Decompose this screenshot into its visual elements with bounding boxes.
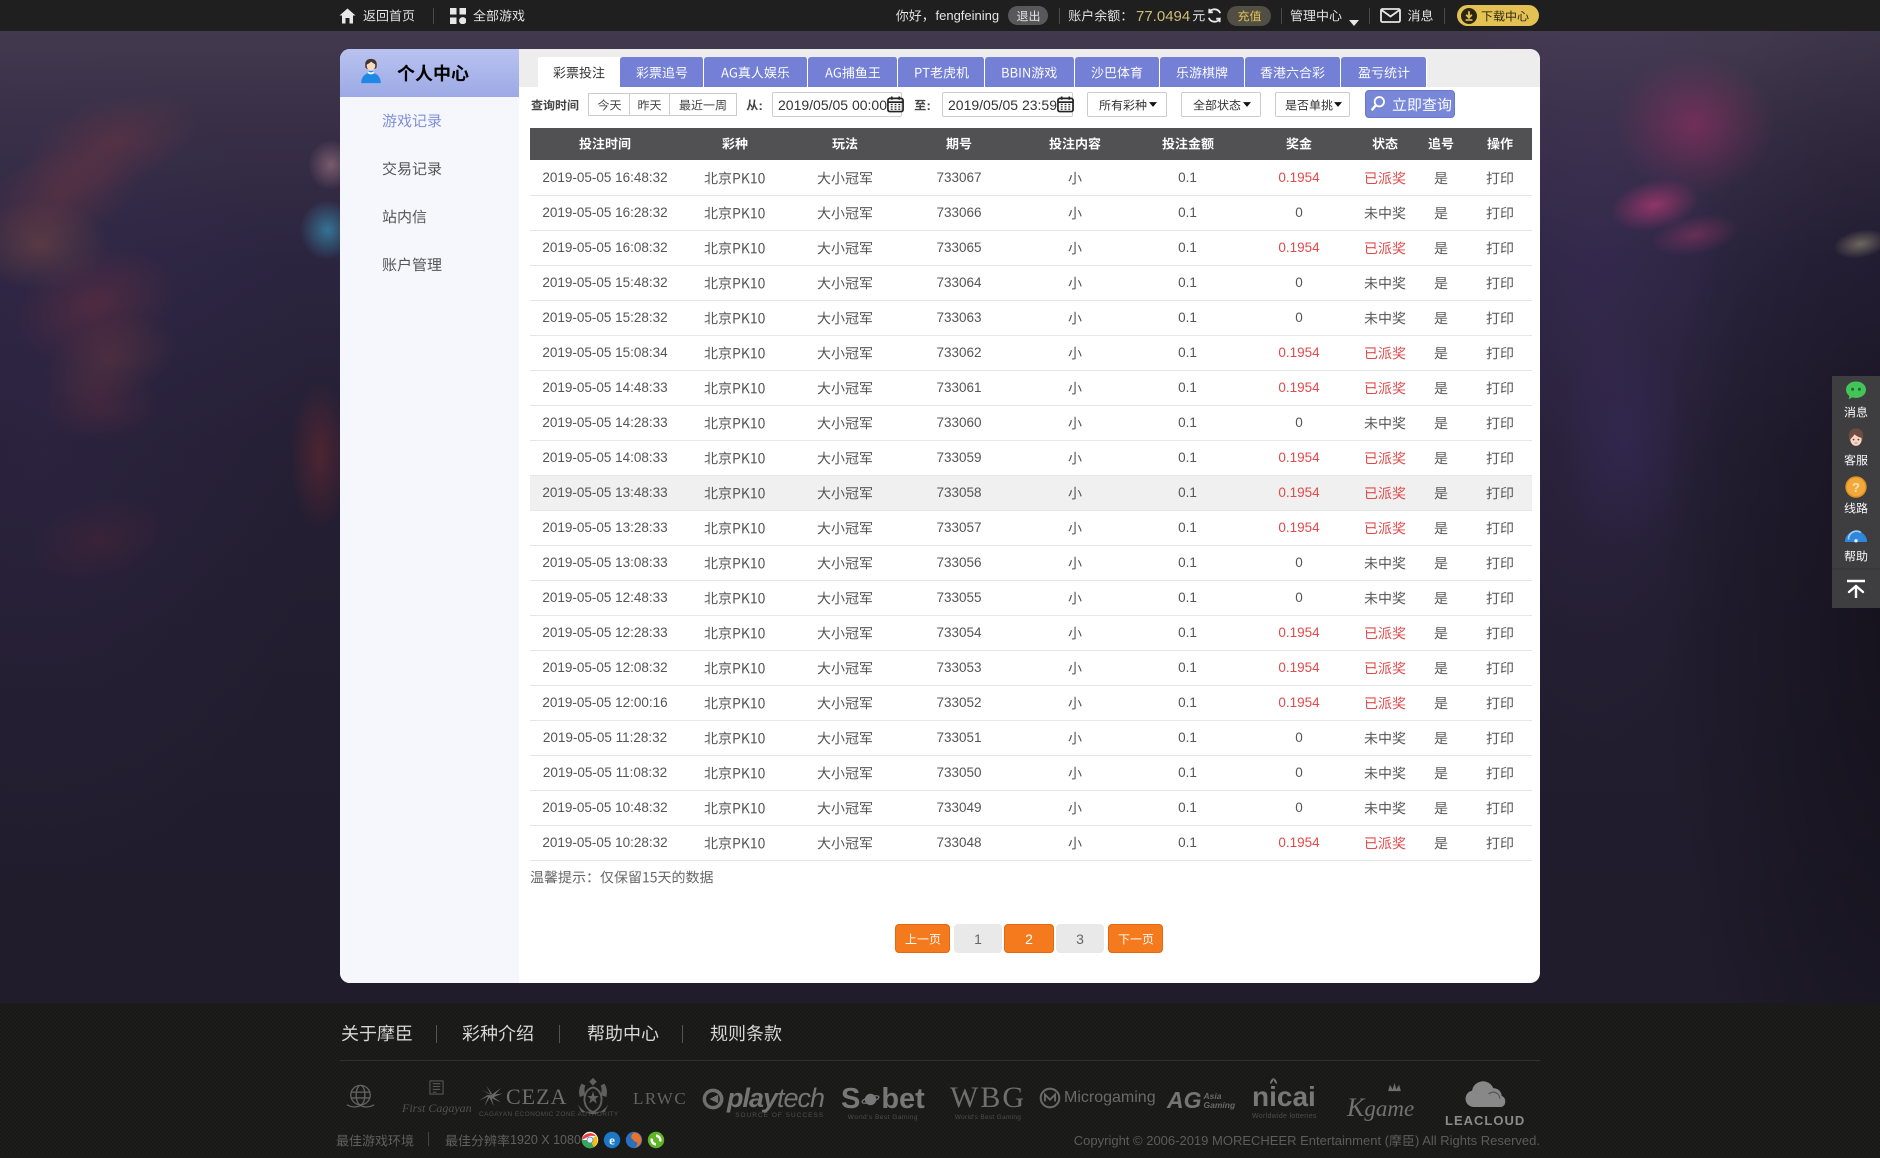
svg-text:?: ?: [1852, 480, 1860, 495]
svg-text:e: e: [609, 1133, 615, 1148]
